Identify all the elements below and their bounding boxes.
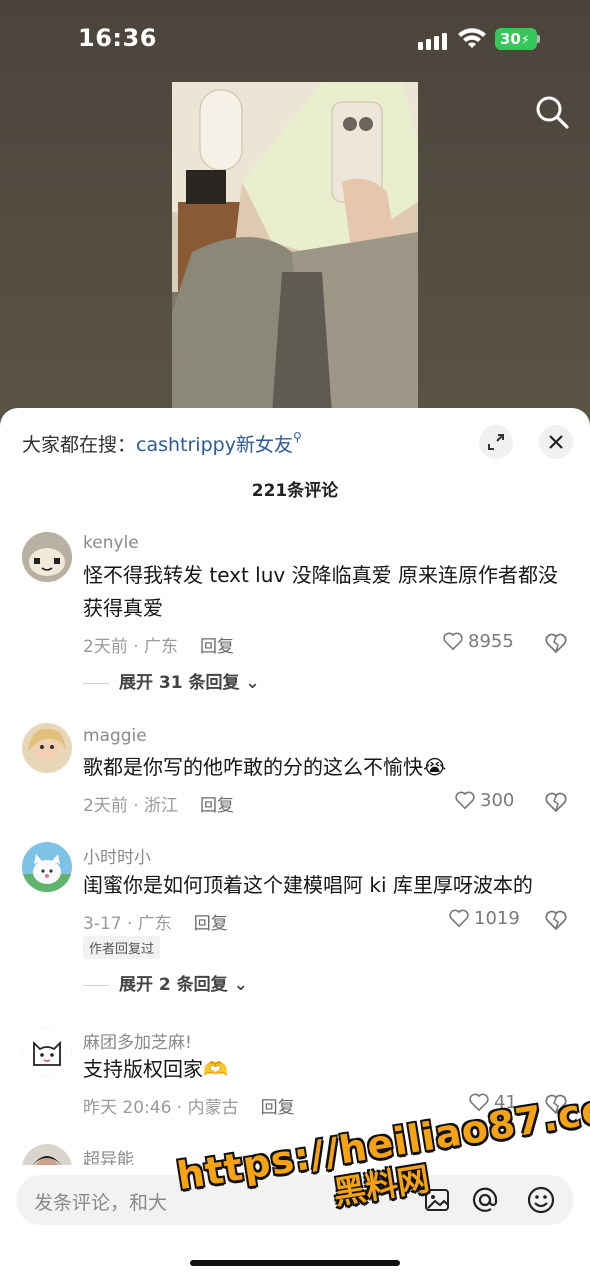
trending-search-prefix: 大家都在搜： xyxy=(22,434,137,456)
comment-text: 怪不得我转发 text luv 没降临真爱 原来连原作者都没获得真爱 xyxy=(83,563,558,620)
status-bar: 16:36 30⚡ xyxy=(0,0,590,80)
expand-replies-label: 展开 2 条回复 xyxy=(119,975,228,995)
close-icon[interactable] xyxy=(539,425,573,459)
like-count: 8955 xyxy=(468,631,514,652)
heart-icon xyxy=(455,791,475,810)
status-time: 16:36 xyxy=(78,24,157,52)
dislike-icon[interactable] xyxy=(544,632,568,654)
divider-line xyxy=(83,682,109,684)
comment-input-placeholder: 发条评论，和大 xyxy=(34,1192,168,1214)
trending-search[interactable]: 大家都在搜：cashtrippy新女友⚲ xyxy=(22,430,302,457)
expand-replies-label: 展开 31 条回复 xyxy=(119,673,240,693)
video-frame[interactable] xyxy=(172,82,418,414)
wifi-icon xyxy=(458,28,486,48)
heart-icon xyxy=(443,632,463,651)
comment-text: 歌都是你写的他咋敢的分的这么不愉快😭 xyxy=(83,755,447,779)
home-indicator[interactable] xyxy=(190,1260,400,1266)
avatar[interactable] xyxy=(22,1027,72,1077)
dislike-icon[interactable] xyxy=(544,909,568,931)
comment-meta: 昨天 20:46 · 内蒙古 回复 xyxy=(83,1093,295,1118)
cellular-signal-icon xyxy=(418,30,450,50)
comment-username[interactable]: 小时时小 xyxy=(83,843,151,868)
comment-username[interactable]: maggie xyxy=(83,726,147,746)
comment-time-location: 3-17 · 广东 xyxy=(83,914,172,934)
reply-button[interactable]: 回复 xyxy=(194,914,228,934)
comment-time-location: 2天前 · 广东 xyxy=(83,637,179,657)
reply-button[interactable]: 回复 xyxy=(261,1098,295,1118)
chevron-down-icon: ⌄ xyxy=(233,975,248,995)
avatar[interactable] xyxy=(22,723,72,773)
like-button[interactable]: 300 xyxy=(454,790,514,811)
chevron-down-icon: ⌄ xyxy=(245,673,260,693)
comment-time-location: 昨天 20:46 · 内蒙古 xyxy=(83,1098,239,1118)
expand-replies-button[interactable]: 展开 31 条回复 ⌄ xyxy=(83,668,260,693)
comment-meta: 2天前 · 浙江 回复 xyxy=(83,791,234,816)
like-count: 300 xyxy=(480,790,515,811)
comment-text: 闺蜜你是如何顶着这个建模唱阿 ki 库里厚呀波本的 xyxy=(83,873,533,897)
battery-level: 30 xyxy=(500,30,521,48)
comment-time-location: 2天前 · 浙江 xyxy=(83,796,179,816)
comment-username[interactable]: 麻团多加芝麻! xyxy=(83,1028,192,1053)
reply-button[interactable]: 回复 xyxy=(200,796,234,816)
expand-icon[interactable] xyxy=(479,425,513,459)
comment-count: 221条评论 xyxy=(251,481,339,501)
author-replied-badge: 作者回复过 xyxy=(83,936,161,959)
battery-cap xyxy=(537,35,540,43)
comment-text: 支持版权回家🫶 xyxy=(83,1057,228,1081)
expand-replies-button[interactable]: 展开 2 条回复 ⌄ xyxy=(83,970,248,995)
battery-indicator: 30⚡ xyxy=(495,28,537,50)
like-count: 1019 xyxy=(474,908,520,929)
like-button[interactable]: 8955 xyxy=(442,631,514,652)
comment-meta: 2天前 · 广东 回复 xyxy=(83,632,234,657)
avatar[interactable] xyxy=(22,532,72,582)
dislike-icon[interactable] xyxy=(544,791,568,813)
charging-icon: ⚡ xyxy=(520,33,531,48)
reply-button[interactable]: 回复 xyxy=(200,637,234,657)
trending-search-keyword[interactable]: cashtrippy新女友 xyxy=(136,434,293,456)
search-icon[interactable] xyxy=(532,92,572,132)
emoji-icon[interactable] xyxy=(526,1185,556,1215)
divider-line xyxy=(83,984,109,986)
comment-username[interactable]: kenyle xyxy=(83,533,139,553)
like-button[interactable]: 1019 xyxy=(448,908,520,929)
heart-icon xyxy=(449,909,469,928)
comment-meta: 3-17 · 广东 回复 xyxy=(83,909,228,934)
small-search-icon: ⚲ xyxy=(292,430,302,444)
avatar[interactable] xyxy=(22,842,72,892)
